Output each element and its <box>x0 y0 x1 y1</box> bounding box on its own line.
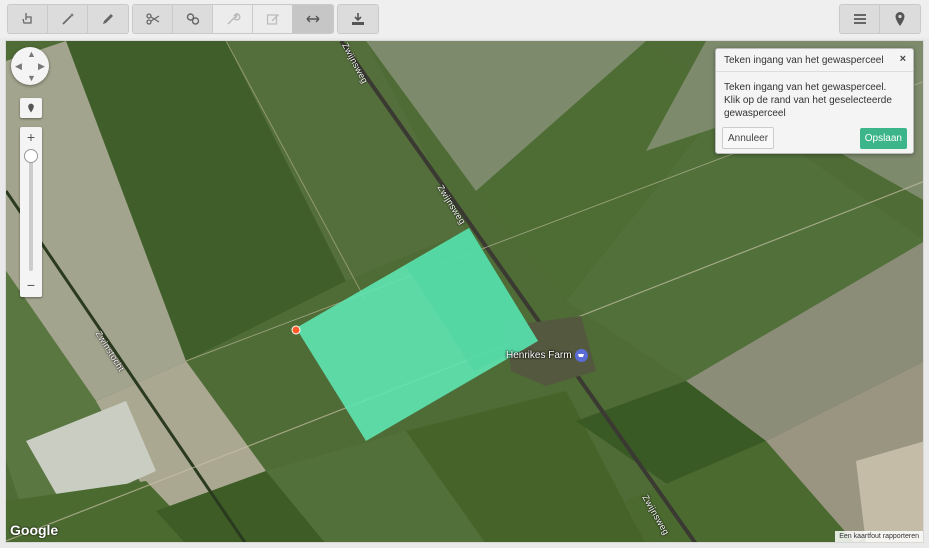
wrench-icon <box>226 13 241 25</box>
entrance-dialog: Teken ingang van het gewasperceel × Teke… <box>715 48 914 154</box>
close-icon[interactable]: × <box>900 53 906 65</box>
dialog-message: Teken ingang van het gewasperceel. Klik … <box>724 82 892 119</box>
link-icon <box>186 13 199 25</box>
pencil-icon <box>103 14 113 24</box>
edit-button[interactable] <box>253 5 293 33</box>
my-location-button[interactable] <box>20 98 42 118</box>
map-marker-icon <box>895 12 905 26</box>
scissors-icon <box>145 13 159 25</box>
shopping-cart-icon <box>574 349 588 362</box>
download-icon <box>352 13 364 25</box>
poi-marker[interactable]: Henrikes Farm <box>506 349 588 362</box>
entrance-button[interactable] <box>293 5 333 33</box>
cut-button[interactable] <box>133 5 173 33</box>
zoom-out-button[interactable]: − <box>20 277 42 293</box>
entrance-point-marker <box>291 325 301 335</box>
export-group <box>337 4 379 34</box>
toolbar <box>0 0 929 38</box>
map-marker-icon <box>28 103 34 113</box>
menu-button[interactable] <box>840 5 880 33</box>
save-button[interactable]: Opslaan <box>859 128 907 149</box>
menu-icon <box>853 14 866 24</box>
draw-tools-group <box>7 4 129 34</box>
merge-button[interactable] <box>173 5 213 33</box>
hand-pointer-icon <box>21 13 32 24</box>
cancel-button[interactable]: Annuleer <box>722 127 775 149</box>
zoom-control: + − <box>20 127 42 297</box>
dialog-header: Teken ingang van het gewasperceel × <box>716 49 913 72</box>
report-map-error-link[interactable]: Een kaartfout rapporteren <box>835 531 923 542</box>
right-tools-group <box>839 4 921 34</box>
poi-label: Henrikes Farm <box>506 350 572 361</box>
settings-button[interactable] <box>213 5 253 33</box>
pan-right-icon[interactable]: ▶ <box>38 61 45 72</box>
pan-down-icon[interactable]: ▼ <box>27 73 36 83</box>
select-tool-button[interactable] <box>8 5 48 33</box>
dialog-title: Teken ingang van het gewasperceel <box>724 54 884 66</box>
draw-button[interactable] <box>88 5 128 33</box>
pan-control[interactable]: ▲ ▼ ◀ ▶ <box>11 47 49 85</box>
location-button[interactable] <box>880 5 920 33</box>
horizontal-arrows-icon <box>306 15 320 23</box>
magic-wand-button[interactable] <box>48 5 88 33</box>
google-logo: Google <box>10 522 59 538</box>
pan-left-icon[interactable]: ◀ <box>15 61 22 72</box>
pan-up-icon[interactable]: ▲ <box>27 49 36 59</box>
magic-wand-icon <box>61 13 74 25</box>
zoom-slider-handle[interactable] <box>24 149 38 163</box>
zoom-in-button[interactable]: + <box>20 129 42 145</box>
download-button[interactable] <box>338 5 378 33</box>
edit-tools-group <box>132 4 334 34</box>
edit-icon <box>266 14 279 25</box>
zoom-slider-track[interactable] <box>29 151 33 271</box>
